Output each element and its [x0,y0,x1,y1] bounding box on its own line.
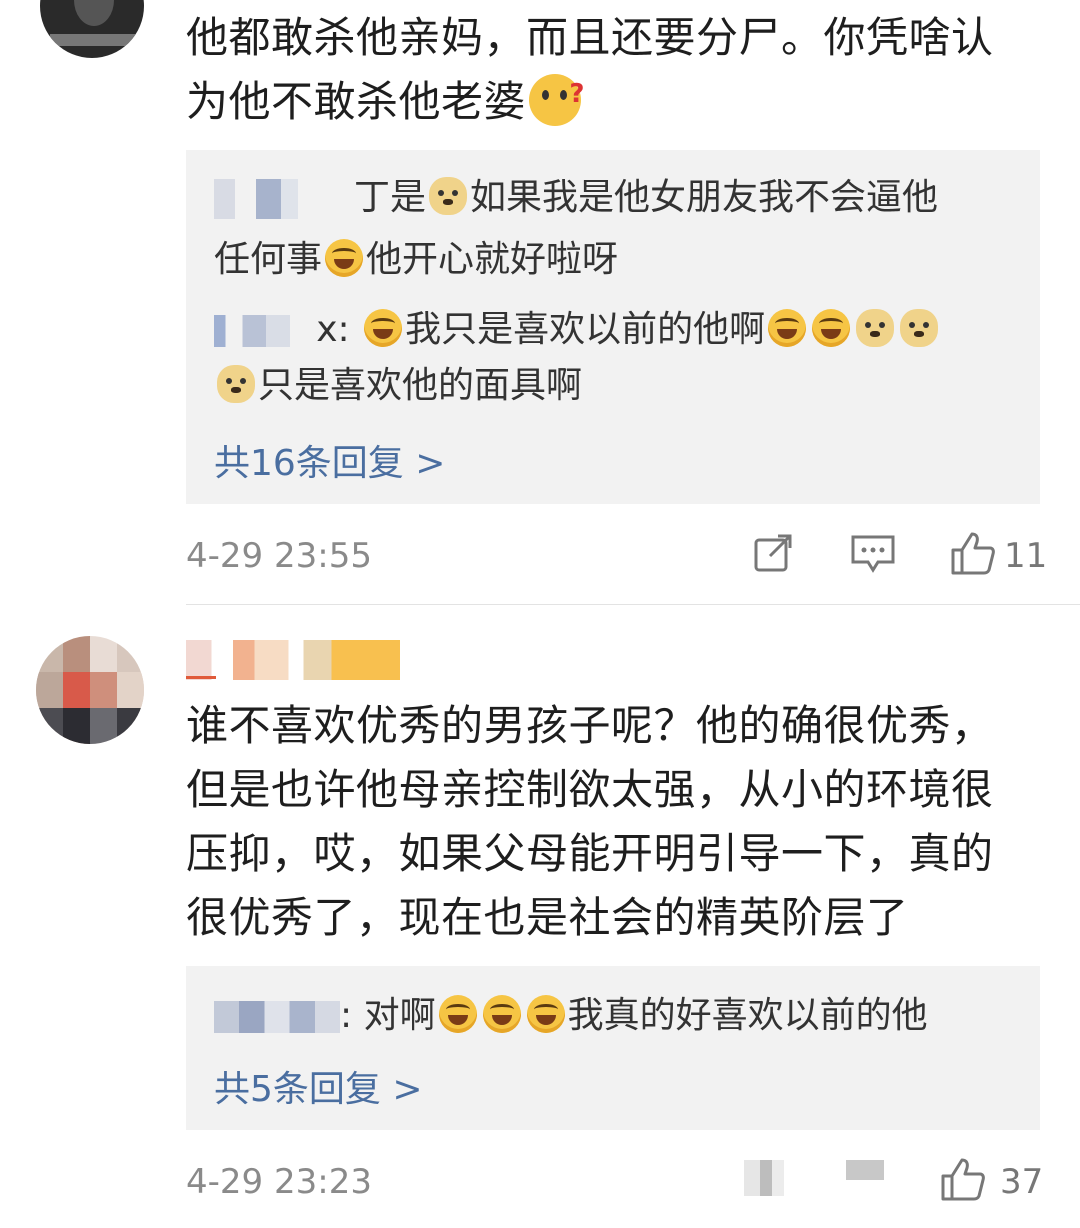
like-count: 11 [1004,536,1048,576]
reply-box: 丁是 如果我是他女朋友我不会逼他 任何事 他开心就好啦呀 x: 我只是喜欢以前的他啊… [186,150,1040,504]
laugh-cry-icon [364,309,403,347]
reply-item[interactable]: x: 我只是喜欢以前的他啊 [214,304,941,356]
comment-text: 他都敢杀他亲妈，而且还要分尸。你凭啥认 为他不敢杀他老婆 [186,6,994,134]
like-icon[interactable] [950,530,996,580]
reply-item[interactable]: : 对啊 我真的好喜欢以前的他 [214,990,928,1042]
more-replies-link[interactable]: 共16条回复 > [214,434,445,486]
commenter-avatar[interactable] [40,0,144,58]
reply-item-cont: 只是喜欢他的面具啊 [214,360,582,412]
reply-item-cont: 任何事 他开心就好啦呀 [214,239,619,280]
laugh-cry-icon [325,239,364,277]
more-replies-link[interactable]: 共5条回复 > [214,1060,423,1112]
blurred-username[interactable] [214,1001,340,1033]
doge-icon [217,365,255,403]
comment-icon[interactable] [846,1160,884,1180]
blurred-username[interactable] [214,179,354,219]
blurred-username[interactable] [186,640,400,680]
comment-timestamp: 4-29 23:55 [186,536,372,576]
comment-text: 谁不喜欢优秀的男孩子呢？他的确很优秀， 但是也许他母亲控制欲太强，从小的环境很 … [186,701,994,942]
comment-timestamp: 4-29 23:23 [186,1162,372,1202]
question-face-icon [529,62,585,126]
laugh-cry-icon [438,995,477,1033]
doge-icon [900,309,939,347]
reply-box: : 对啊 我真的好喜欢以前的他 共5条回复 > [186,966,1040,1130]
doge-icon [856,309,895,347]
doge-icon [429,177,468,215]
laugh-cry-icon [812,309,851,347]
laugh-cry-icon [526,995,565,1033]
like-count: 37 [1000,1162,1044,1202]
repost-icon[interactable] [744,1160,784,1196]
laugh-cry-icon [768,309,807,347]
repost-icon[interactable] [752,532,796,580]
comment-icon[interactable] [850,534,896,578]
blurred-username[interactable] [214,315,309,347]
reply-item[interactable]: 丁是 如果我是他女朋友我不会逼他 [214,172,938,224]
divider [186,604,1080,605]
like-icon[interactable] [940,1156,986,1206]
commenter-avatar[interactable] [36,636,144,744]
laugh-cry-icon [482,995,521,1033]
username-underline [186,676,216,679]
